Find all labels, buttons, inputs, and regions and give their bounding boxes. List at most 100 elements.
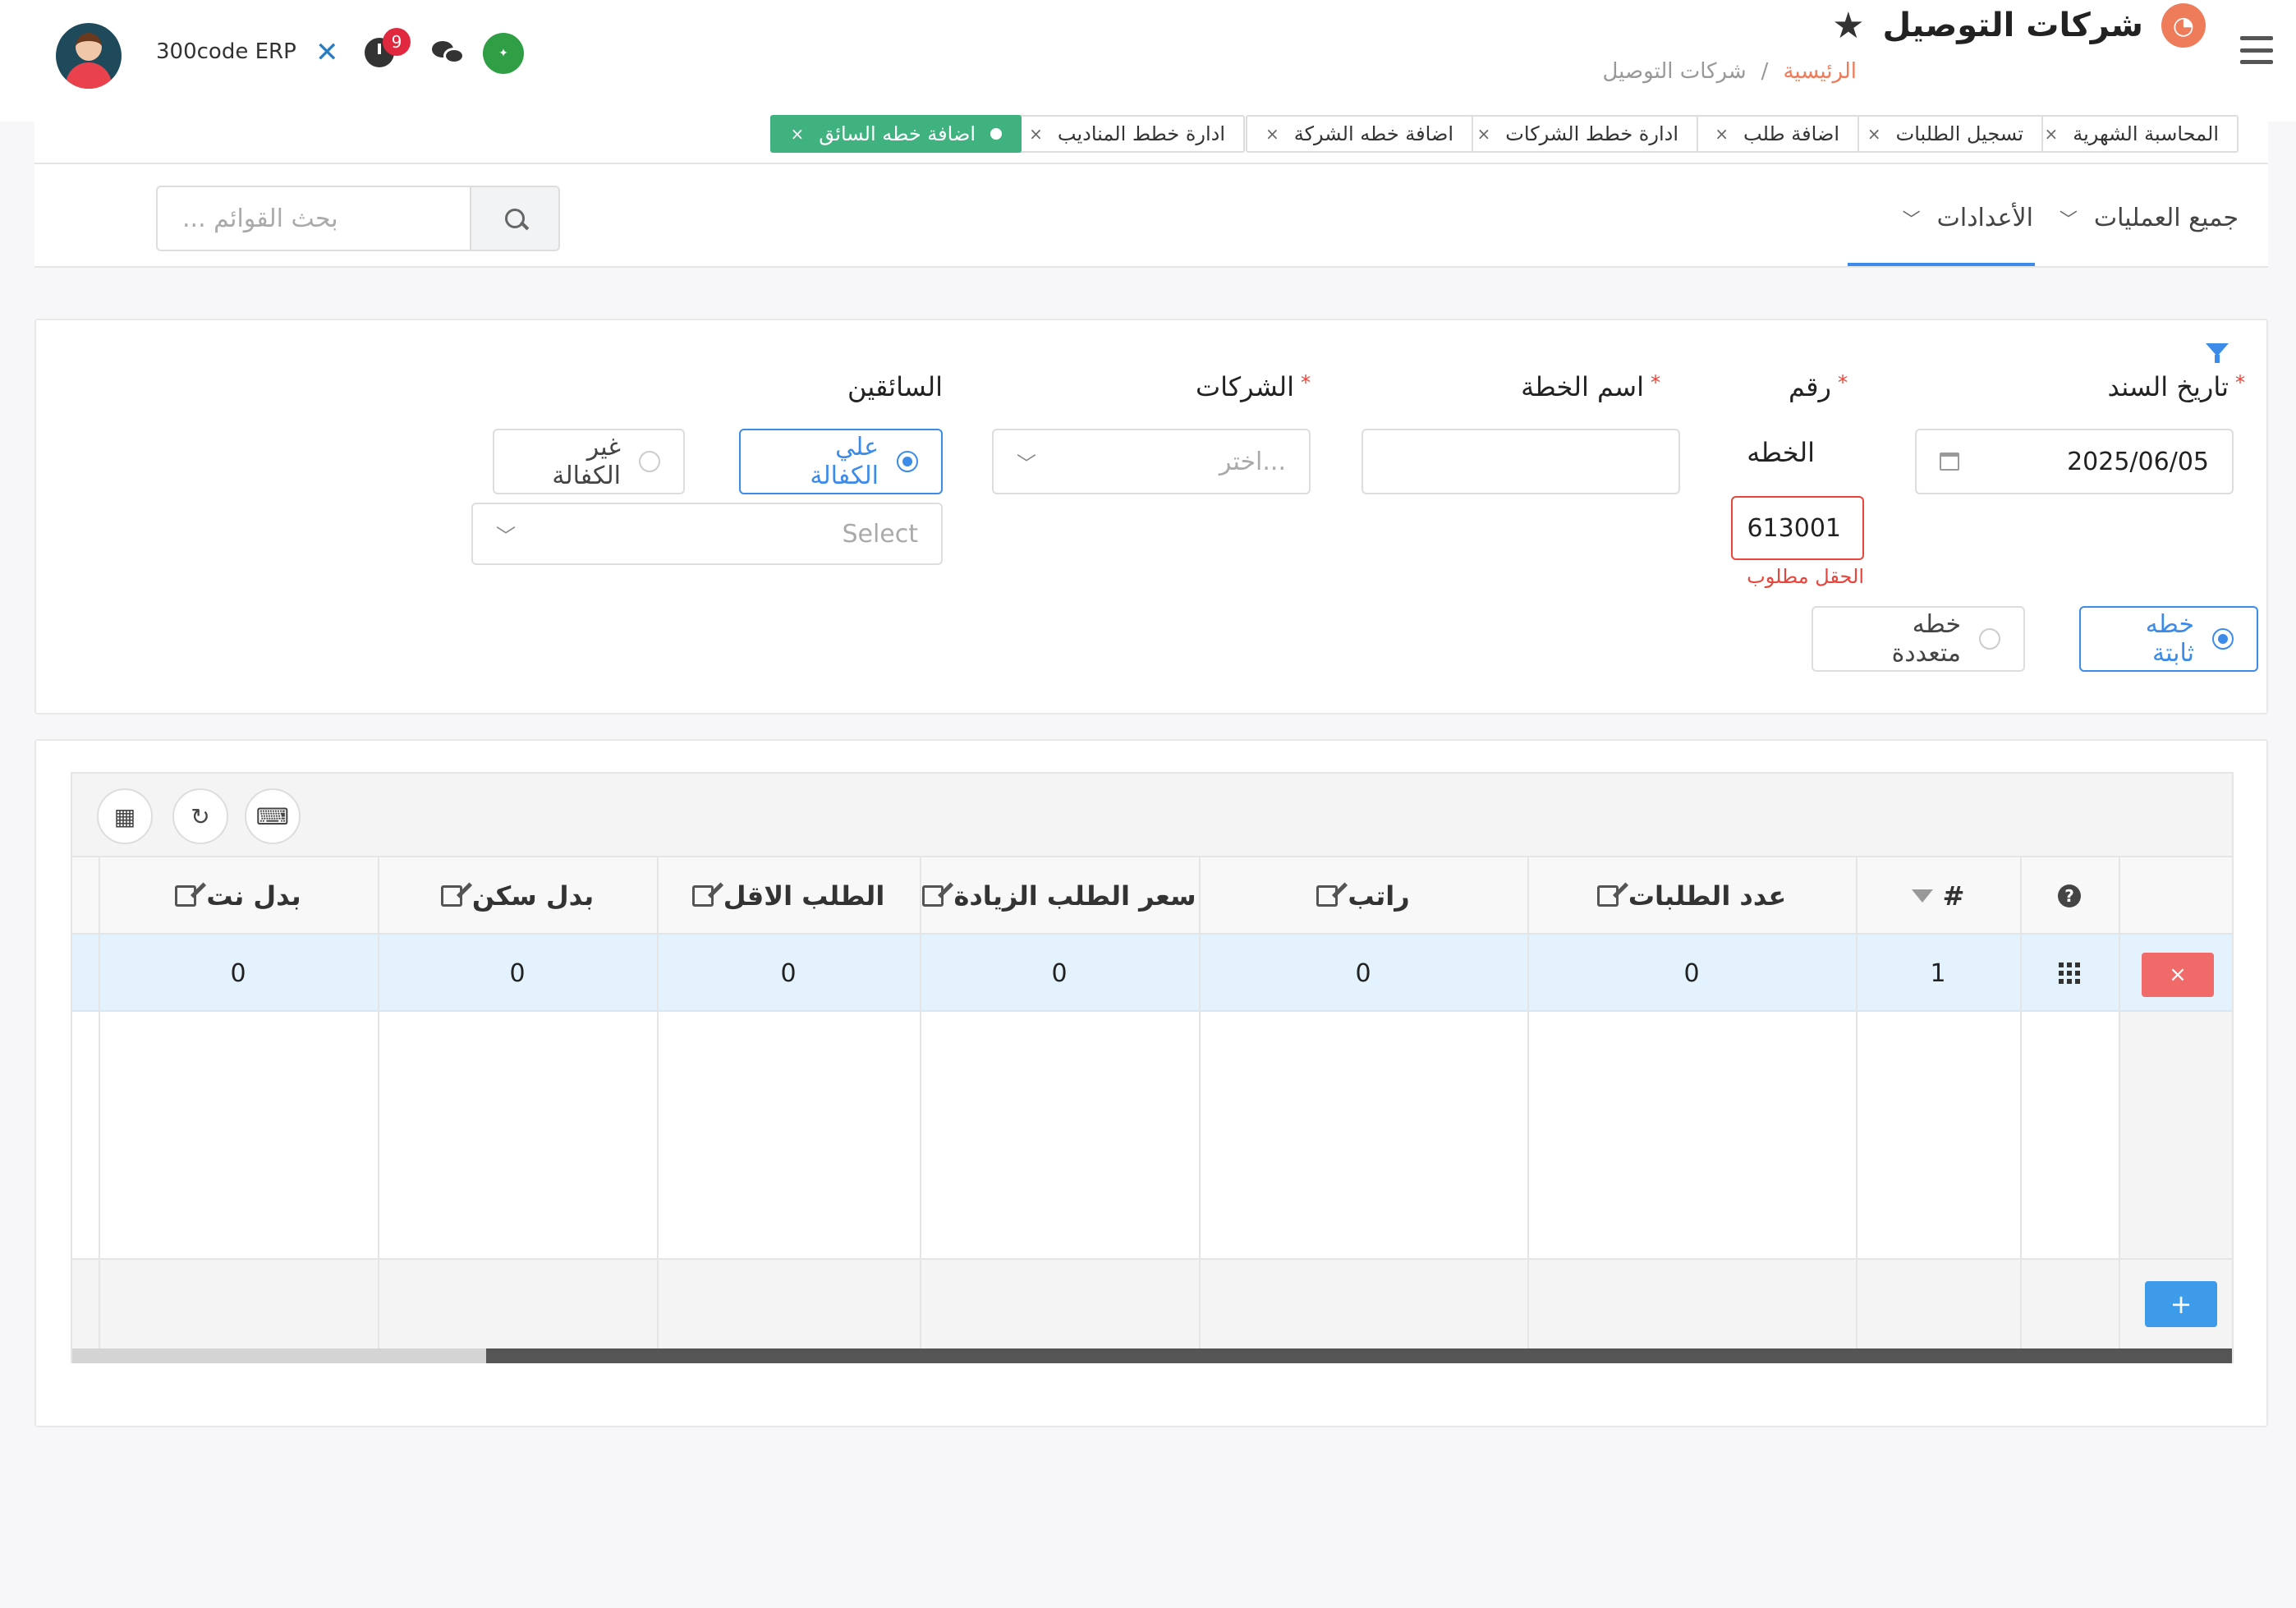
chevron-down-icon: ﹀	[1902, 209, 1921, 231]
sponsorship-off-radio[interactable]: غير الكفالة	[493, 429, 685, 494]
plan-type-fixed-radio[interactable]: خطه ثابتة	[2079, 606, 2258, 672]
delete-row-button[interactable]: ×	[2142, 953, 2214, 997]
tab-company-plans[interactable]: ادارة خطط الشركات ×	[1457, 115, 1698, 153]
scrollbar-thumb[interactable]	[486, 1348, 2232, 1363]
dashboard-icon: ◔	[2161, 3, 2206, 48]
breadcrumb-separator: /	[1761, 59, 1769, 84]
chevron-down-icon: ﹀	[1017, 452, 1036, 476]
doc-date-value: 2025/06/05	[2067, 447, 2209, 476]
sponsorship-on-radio[interactable]: علي الكفالة	[739, 429, 943, 494]
search-button[interactable]	[470, 186, 560, 251]
page-title: شركات التوصيل	[1882, 7, 2143, 44]
tab-order-registration[interactable]: تسجيل الطلبات ×	[1847, 115, 2043, 153]
tab-add-company-plan[interactable]: اضافة خطه الشركة ×	[1245, 115, 1473, 153]
edit-icon	[1316, 885, 1339, 907]
tab-add-order[interactable]: اضافة طلب ×	[1695, 115, 1859, 153]
breadcrumb: الرئيسية / شركات التوصيل	[1602, 59, 1857, 84]
close-icon[interactable]: ×	[790, 124, 804, 144]
avatar[interactable]	[56, 23, 122, 89]
menu-label: الأعدادات	[1936, 204, 2033, 232]
tab-label: ادارة خطط المناديب	[1057, 122, 1225, 145]
drivers-placeholder: Select	[842, 519, 918, 549]
page-title-group: ◔ شركات التوصيل ★	[1832, 3, 2206, 48]
help-column-header: ?	[2020, 857, 2119, 935]
radio-icon	[2212, 628, 2234, 650]
breadcrumb-current: شركات التوصيل	[1602, 59, 1747, 84]
doc-date-label: *تاريخ السند	[2107, 371, 2245, 402]
plan-name-field[interactable]	[1362, 429, 1680, 494]
filter-icon[interactable]	[1911, 889, 1933, 903]
refresh-button[interactable]: ↻	[172, 788, 228, 844]
menu-icon[interactable]	[2240, 36, 2273, 64]
tab-add-driver-plan[interactable]: اضافة خطه السائق ×	[770, 115, 1022, 153]
housing-allowance-header[interactable]: بدل سكن	[378, 857, 657, 935]
tab-label: اضافة خطه السائق	[819, 122, 976, 145]
plan-number-error: الحقل مطلوب	[1747, 565, 1864, 588]
search-icon	[503, 207, 526, 230]
menu-label: جميع العمليات	[2093, 204, 2239, 232]
star-icon[interactable]: ★	[1832, 5, 1864, 47]
extra-order-price-cell[interactable]: 0	[920, 935, 1199, 1012]
radio-icon	[639, 451, 660, 472]
keyboard-button[interactable]: ⌨	[245, 788, 301, 844]
chat-icon[interactable]	[432, 41, 465, 66]
app-name[interactable]: 300code ERP	[156, 39, 296, 64]
plan-number-value: 613001	[1747, 513, 1841, 543]
active-dot	[990, 128, 1002, 140]
extra-order-price-header[interactable]: سعر الطلب الزيادة	[920, 857, 1199, 935]
tab-label: ادارة خطط الشركات	[1505, 122, 1678, 145]
flag-icon[interactable]: ✦	[483, 33, 524, 74]
grid-right-gutter	[2119, 1012, 2232, 1258]
drag-icon	[2059, 963, 2080, 984]
drivers-label: السائقين	[847, 371, 943, 402]
edit-icon	[440, 885, 462, 907]
companies-placeholder: اختر...	[1219, 447, 1286, 476]
salary-header[interactable]: راتب	[1199, 857, 1527, 935]
min-order-cell[interactable]: 0	[657, 935, 920, 1012]
add-row-button[interactable]: +	[2145, 1281, 2217, 1327]
drivers-select[interactable]: ﹀ Select	[471, 503, 943, 565]
keyboard-icon: ⌨	[255, 802, 290, 830]
close-icon[interactable]: ×	[1715, 124, 1729, 144]
salary-cell[interactable]: 0	[1199, 935, 1527, 1012]
tools-icon[interactable]: ✕	[315, 36, 348, 69]
tab-label: المحاسبة الشهرية	[2073, 122, 2219, 145]
help-icon[interactable]: ?	[2058, 884, 2081, 907]
plan-type-multi-radio[interactable]: خطه متعددة	[1812, 606, 2025, 672]
filter-icon[interactable]	[2206, 343, 2229, 363]
menu-settings[interactable]: الأعدادات ﹀	[1903, 204, 2033, 232]
orders-count-header[interactable]: عدد الطلبات	[1527, 857, 1856, 935]
tab-label: اضافة طلب	[1743, 122, 1839, 145]
orders-count-cell[interactable]: 0	[1527, 935, 1856, 1012]
index-column-header[interactable]: #	[1856, 857, 2020, 935]
breadcrumb-home[interactable]: الرئيسية	[1783, 59, 1857, 84]
grid-icon: ▦	[113, 802, 136, 830]
housing-allowance-cell[interactable]: 0	[378, 935, 657, 1012]
radio-icon	[897, 451, 918, 472]
close-icon[interactable]: ×	[1867, 124, 1881, 144]
tab-rep-plans[interactable]: ادارة خطط المناديب ×	[1009, 115, 1245, 153]
plan-number-label: *رقم	[1788, 371, 1848, 402]
plan-number-field[interactable]: 613001	[1731, 496, 1864, 560]
grid-layout-button[interactable]: ▦	[97, 788, 153, 844]
close-icon[interactable]: ×	[1477, 124, 1491, 144]
grid-toolbar	[72, 774, 2232, 857]
tab-monthly-accounting[interactable]: المحاسبة الشهرية ×	[2024, 115, 2239, 153]
radio-icon	[1979, 628, 2000, 650]
search-input[interactable]: بحث القوائم ...	[156, 186, 470, 251]
edit-icon	[175, 885, 197, 907]
menu-all-operations[interactable]: جميع العمليات ﹀	[2060, 204, 2239, 232]
companies-select[interactable]: ﹀ اختر...	[992, 429, 1311, 494]
close-icon[interactable]: ×	[2044, 124, 2058, 144]
close-icon[interactable]: ×	[1029, 124, 1043, 144]
chevron-down-icon: ﹀	[2059, 209, 2078, 231]
notification-badge: 9	[383, 28, 411, 56]
internet-allowance-cell[interactable]: 0	[99, 935, 378, 1012]
search-placeholder: بحث القوائم ...	[182, 204, 338, 233]
tab-label: تسجيل الطلبات	[1895, 122, 2023, 145]
drag-handle[interactable]	[2020, 935, 2119, 1012]
min-order-header[interactable]: الطلب الاقل	[657, 857, 920, 935]
close-icon[interactable]: ×	[1265, 124, 1279, 144]
doc-date-field[interactable]: 2025/06/05	[1915, 429, 2234, 494]
internet-allowance-header[interactable]: بدل نت	[99, 857, 378, 935]
